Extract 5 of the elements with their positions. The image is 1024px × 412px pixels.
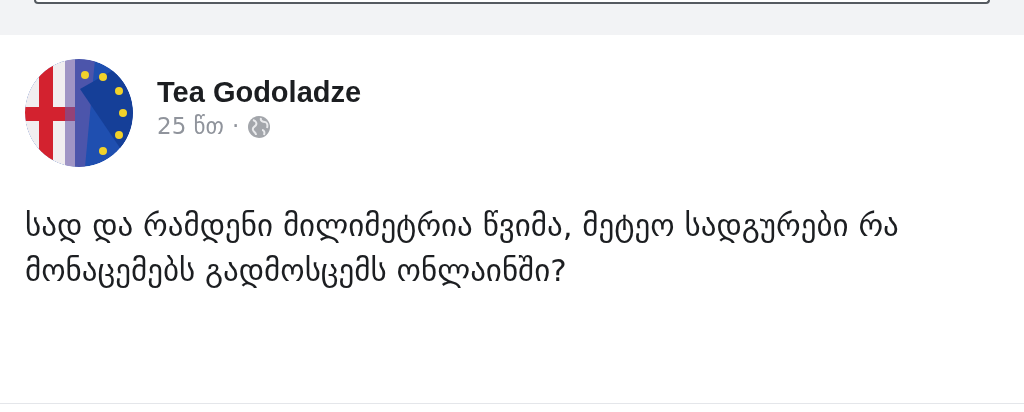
post-text: სად და რამდენი მილიმეტრია წვიმა, მეტეო სადგურები რა მონაცემებს გადმოსცემს ონლაინში? — [25, 206, 900, 290]
globe-icon — [247, 114, 272, 139]
input-field[interactable] — [34, 0, 990, 4]
separator: · — [231, 113, 240, 141]
author-name[interactable]: Tea Godoladze — [157, 77, 362, 110]
